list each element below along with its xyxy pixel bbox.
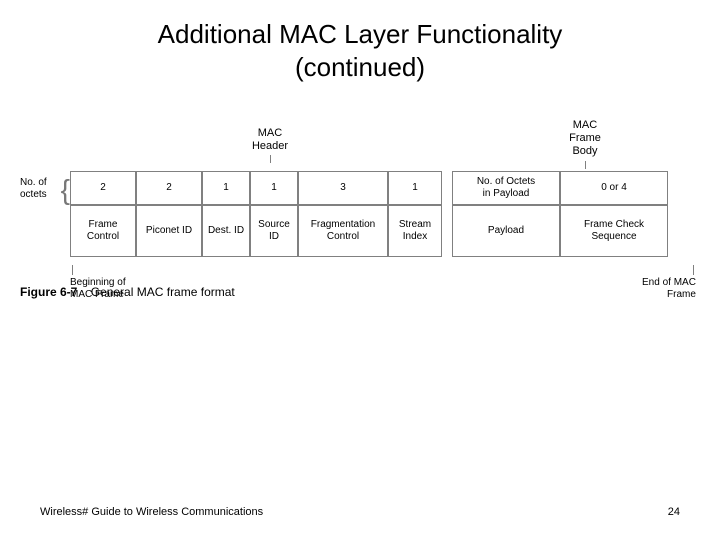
mac-header-label: MAC Header	[240, 127, 300, 163]
octets-frame-control: 2	[70, 171, 136, 205]
octets-dest-id: 1	[202, 171, 250, 205]
mac-frame-body-label: MAC Frame Body	[560, 119, 610, 169]
figure-caption: Figure 6-7 General MAC frame format	[20, 285, 235, 299]
gap	[442, 171, 452, 205]
field-stream-index: Stream Index	[388, 205, 442, 257]
tick-icon	[693, 265, 694, 275]
table-row: 2 2 1 1 3 1 No. of Octets in Payload 0 o…	[70, 171, 700, 205]
field-frame-control: Frame Control	[70, 205, 136, 257]
table-row: Frame Control Piconet ID Dest. ID Source…	[70, 205, 700, 257]
tick-icon	[585, 161, 586, 169]
title-line-2: (continued)	[295, 52, 425, 82]
octets-stream-index: 1	[388, 171, 442, 205]
octets-fcs: 0 or 4	[560, 171, 668, 205]
tick-icon	[72, 265, 73, 275]
field-piconet-id: Piconet ID	[136, 205, 202, 257]
page-number: 24	[668, 506, 680, 518]
field-dest-id: Dest. ID	[202, 205, 250, 257]
top-section-labels: MAC Header MAC Frame Body	[20, 125, 700, 171]
mac-frame-diagram: MAC Header MAC Frame Body No. of octets …	[20, 125, 700, 171]
field-fcs: Frame Check Sequence	[560, 205, 668, 257]
octets-source-id: 1	[250, 171, 298, 205]
slide-title: Additional MAC Layer Functionality (cont…	[0, 0, 720, 83]
tick-icon	[270, 155, 271, 163]
no-of-octets-label: No. of octets {	[20, 177, 64, 201]
figure-caption-text: General MAC frame format	[91, 285, 235, 299]
field-source-id: Source ID	[250, 205, 298, 257]
octets-payload: No. of Octets in Payload	[452, 171, 560, 205]
footer-text: Wireless# Guide to Wireless Communicatio…	[40, 506, 263, 518]
octets-frag-control: 3	[298, 171, 388, 205]
figure-number: Figure 6-7	[20, 285, 77, 299]
field-frag-control: Fragmentation Control	[298, 205, 388, 257]
octets-piconet-id: 2	[136, 171, 202, 205]
field-payload: Payload	[452, 205, 560, 257]
slide-footer: Wireless# Guide to Wireless Communicatio…	[40, 506, 680, 518]
end-of-frame-label: End of MAC Frame	[642, 265, 696, 301]
title-line-1: Additional MAC Layer Functionality	[158, 19, 563, 49]
gap	[442, 205, 452, 257]
frame-table: 2 2 1 1 3 1 No. of Octets in Payload 0 o…	[70, 171, 700, 257]
brace-icon: {	[61, 173, 70, 207]
